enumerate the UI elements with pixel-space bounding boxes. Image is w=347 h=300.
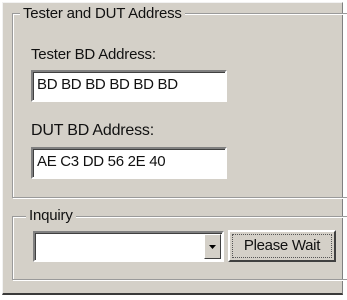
tester-bd-address-label: Tester BD Address: xyxy=(31,46,156,63)
dut-bd-address-field[interactable]: AE C3 DD 56 2E 40 xyxy=(31,147,227,179)
inquiry-group-title: Inquiry xyxy=(26,208,76,223)
tester-dut-address-group-title: Tester and DUT Address xyxy=(20,6,185,21)
chevron-down-icon xyxy=(209,245,216,249)
please-wait-button[interactable]: Please Wait xyxy=(228,230,336,262)
dialog-panel: Tester and DUT Address Tester BD Address… xyxy=(2,2,347,295)
inquiry-device-combo[interactable] xyxy=(33,231,224,262)
dut-bd-address-label: DUT BD Address: xyxy=(31,122,154,139)
please-wait-button-label: Please Wait xyxy=(243,237,321,254)
tester-bd-address-field[interactable]: BD BD BD BD BD BD xyxy=(31,70,227,102)
dropdown-arrow-button[interactable] xyxy=(204,234,221,259)
